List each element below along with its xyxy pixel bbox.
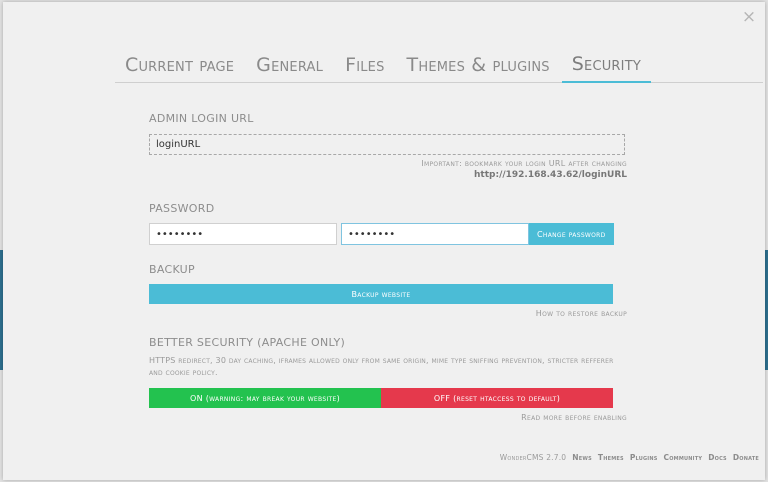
footer-link-news[interactable]: News <box>572 453 592 462</box>
admin-login-url-input[interactable] <box>149 134 625 155</box>
password-title: PASSWORD <box>149 202 215 215</box>
password-row: Change password <box>149 223 627 245</box>
tab-themes-plugins[interactable]: Themes & plugins <box>397 54 560 82</box>
better-security-title: BETTER SECURITY (APACHE ONLY) <box>149 336 346 349</box>
tab-current-page[interactable]: Current page <box>115 54 244 82</box>
restore-backup-link[interactable]: How to restore backup <box>149 309 627 318</box>
better-security-off-button[interactable]: OFF (reset htaccess to default) <box>381 388 613 408</box>
change-password-button[interactable]: Change password <box>529 223 614 245</box>
old-password-input[interactable] <box>149 223 337 245</box>
backup-website-button[interactable]: Backup website <box>149 284 613 304</box>
close-icon[interactable]: × <box>741 9 757 26</box>
tab-security[interactable]: Security <box>561 53 651 83</box>
admin-login-title: ADMIN LOGIN URL <box>149 112 254 125</box>
better-security-toggle: ON (warning: may break your website) OFF… <box>149 388 613 408</box>
footer: WonderCMS 2.7.0 News Themes Plugins Comm… <box>500 453 759 462</box>
footer-link-themes[interactable]: Themes <box>598 453 624 462</box>
tab-files[interactable]: Files <box>335 54 394 82</box>
tab-general[interactable]: General <box>246 54 333 82</box>
footer-link-community[interactable]: Community <box>664 453 703 462</box>
login-url-hint: Important: bookmark your login URL after… <box>421 159 627 168</box>
footer-link-donate[interactable]: Donate <box>733 453 759 462</box>
better-security-description: HTTPS redirect, 30 day caching, iframes … <box>149 356 614 377</box>
login-url-full: http://192.168.43.62/loginURL <box>474 170 627 180</box>
security-panel: ADMIN LOGIN URL Important: bookmark your… <box>149 112 627 422</box>
settings-tabs: Current page General Files Themes & plug… <box>115 50 763 83</box>
better-security-on-button[interactable]: ON (warning: may break your website) <box>149 388 381 408</box>
read-more-link[interactable]: Read more before enabling <box>149 413 627 422</box>
footer-link-docs[interactable]: Docs <box>708 453 727 462</box>
footer-link-plugins[interactable]: Plugins <box>630 453 658 462</box>
settings-modal: × Current page General Files Themes & pl… <box>3 2 765 480</box>
new-password-input[interactable] <box>341 223 529 245</box>
backup-title: BACKUP <box>149 263 195 276</box>
footer-version: WonderCMS 2.7.0 <box>499 453 567 462</box>
